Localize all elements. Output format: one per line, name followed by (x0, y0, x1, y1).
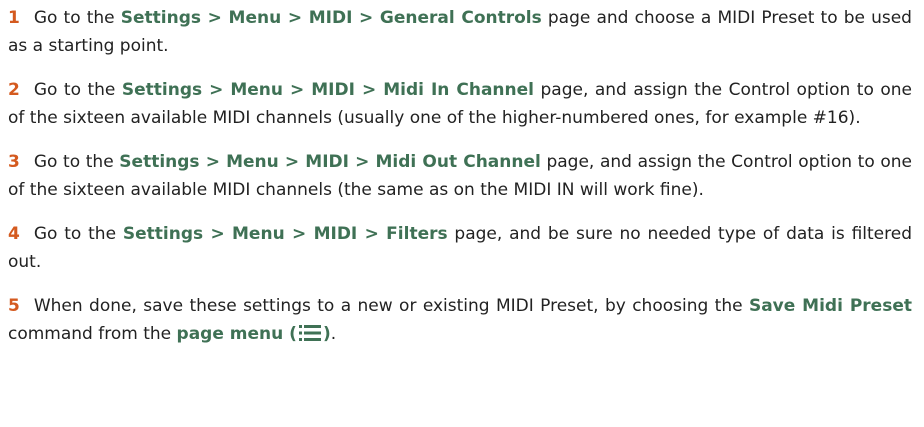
hamburger-menu-icon (298, 325, 321, 341)
step-text: Go to the (33, 224, 123, 244)
step-4: 4 Go to the Settings > Menu > MIDI > Filt… (8, 220, 912, 276)
step-text: Go to the (33, 80, 122, 100)
page-menu-reference: page menu () (177, 324, 331, 344)
settings-path: Settings > Menu > MIDI > General Control… (120, 8, 542, 28)
page-menu-close: ) (322, 324, 331, 344)
step-number: 4 (8, 224, 20, 244)
step-text: Go to the (33, 152, 120, 172)
step-text: . (330, 324, 337, 344)
step-2: 2 Go to the Settings > Menu > MIDI > Midi… (8, 76, 912, 132)
step-number: 1 (8, 8, 20, 28)
settings-path: Settings > Menu > MIDI > Filters (122, 224, 448, 244)
step-5: 5 When done, save these settings to a new… (8, 292, 912, 348)
step-3: 3 Go to the Settings > Menu > MIDI > Midi… (8, 148, 912, 204)
step-number: 2 (8, 80, 20, 100)
step-text: Go to the (33, 8, 121, 28)
settings-path: Settings > Menu > MIDI > Midi In Channel (121, 80, 534, 100)
step-number: 5 (8, 296, 20, 316)
settings-path: Settings > Menu > MIDI > Midi Out Channe… (119, 152, 541, 172)
step-text: command from the (8, 324, 177, 344)
step-1: 1 Go to the Settings > Menu > MIDI > Gene… (8, 4, 912, 60)
instructions-document: 1 Go to the Settings > Menu > MIDI > Gene… (0, 0, 924, 348)
page-menu-label: page menu ( (176, 324, 297, 344)
step-text: When done, save these settings to a new … (33, 296, 749, 316)
command-name: Save Midi Preset (748, 296, 912, 316)
step-number: 3 (8, 152, 20, 172)
